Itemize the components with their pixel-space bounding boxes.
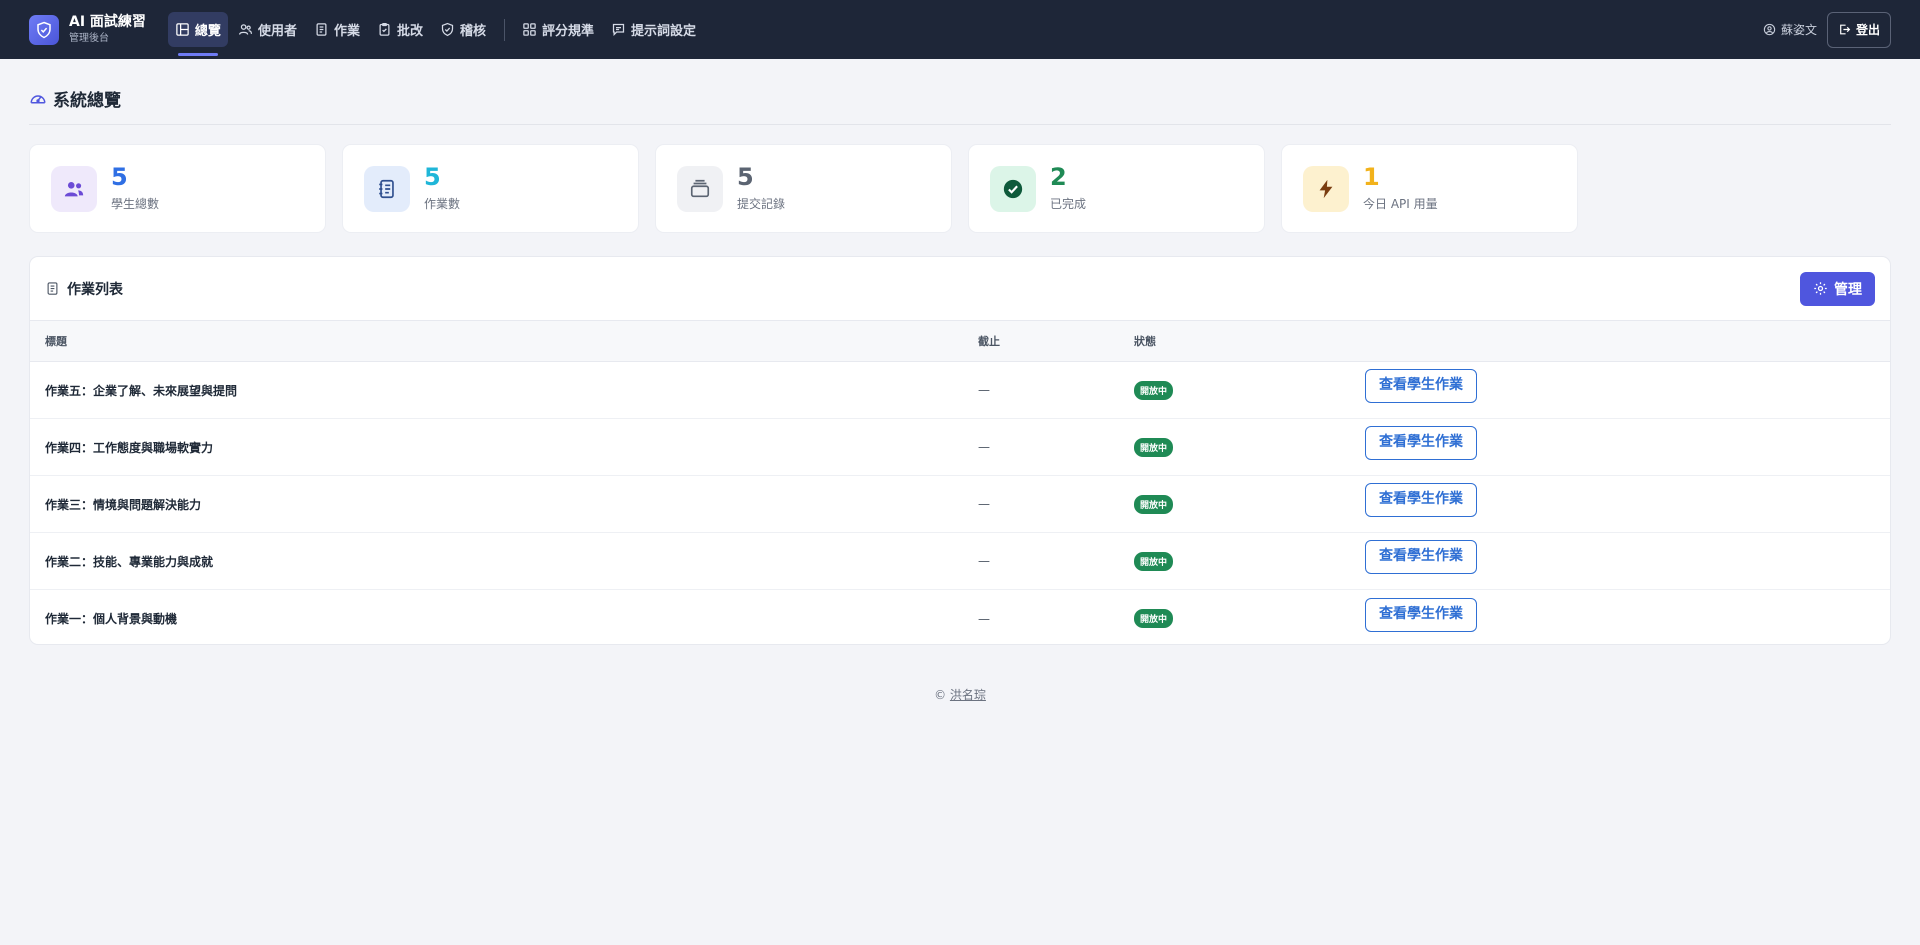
heading-divider	[29, 124, 1891, 125]
document-icon	[47, 282, 58, 295]
speedometer-icon	[30, 94, 46, 103]
author-link[interactable]: 洪名琮	[950, 688, 986, 702]
table-row: 作業三：情境與問題解決能力 — 開放中 查看學生作業	[30, 476, 1890, 533]
table-header: 標題 截止 狀態	[30, 320, 1890, 362]
stat-card-completed: 2 已完成	[968, 144, 1265, 233]
status-badge: 開放中	[1134, 609, 1174, 628]
assignment-due: —	[978, 611, 990, 626]
journal-icon	[364, 165, 410, 212]
lightning-icon	[1303, 165, 1349, 212]
users-icon	[51, 165, 97, 212]
page-heading: 系統總覽	[29, 86, 121, 111]
main-nav: 總覽 使用者 作業 批改 稽核 評分規準 提示詞設定	[167, 0, 706, 59]
view-submissions-button[interactable]: 查看學生作業	[1365, 369, 1477, 403]
shield-check-icon	[441, 22, 454, 37]
nav-item-audit[interactable]: 稽核	[433, 12, 493, 47]
check-circle-icon	[990, 165, 1036, 212]
assignment-title: 作業一：個人背景與動機	[45, 612, 178, 626]
manage-button[interactable]: 管理	[1800, 271, 1875, 306]
stat-value: 5	[111, 163, 128, 192]
logout-icon	[1840, 24, 1851, 35]
gear-icon	[1814, 282, 1827, 295]
copyright-symbol: ©	[934, 688, 947, 702]
assignment-due: —	[978, 497, 990, 511]
shield-logo-icon	[29, 14, 59, 45]
brand-title: AI 面試練習	[69, 14, 146, 31]
chat-icon	[612, 23, 625, 37]
stack-icon	[677, 165, 723, 212]
stat-value: 1	[1363, 163, 1380, 192]
column-header-title: 標題	[45, 335, 67, 348]
stat-card-api-usage: 1 今日 API 用量	[1281, 144, 1578, 233]
view-submissions-button[interactable]: 查看學生作業	[1365, 483, 1477, 517]
user-circle-icon	[1763, 23, 1776, 36]
status-badge: 開放中	[1134, 380, 1174, 400]
stat-label: 今日 API 用量	[1363, 196, 1438, 211]
view-submissions-button[interactable]: 查看學生作業	[1365, 540, 1477, 574]
assignment-due: —	[978, 554, 990, 568]
nav-label: 稽核	[459, 24, 486, 39]
brand[interactable]: AI 面試練習 管理後台	[29, 14, 146, 45]
panel-header: 作業列表 管理	[30, 257, 1890, 320]
nav-label: 使用者	[257, 24, 297, 39]
brand-subtitle: 管理後台	[69, 32, 109, 44]
stat-value: 2	[1050, 163, 1067, 192]
stat-label: 提交記錄	[737, 196, 786, 211]
top-navbar: AI 面試練習 管理後台 總覽 使用者 作業 批改 稽核 評分規準 提示詞設定 …	[0, 0, 1920, 59]
table-row: 作業四：工作態度與職場軟實力 — 開放中 查看學生作業	[30, 419, 1890, 476]
nav-item-assignments[interactable]: 作業	[307, 12, 367, 47]
nav-item-grading[interactable]: 批改	[370, 12, 430, 47]
manage-label: 管理	[1834, 281, 1862, 298]
layout-icon	[176, 23, 189, 36]
clipboard-check-icon	[379, 22, 390, 36]
stat-label: 作業數	[424, 196, 461, 211]
users-icon	[238, 24, 252, 35]
stat-cards: 5 學生總數 5 作業數 5 提交記錄 2 已完成 1 今日 API 用量	[29, 144, 1594, 233]
assignment-due: —	[978, 383, 990, 397]
nav-label: 作業	[333, 24, 360, 39]
view-submissions-button[interactable]: 查看學生作業	[1365, 426, 1477, 460]
nav-label: 總覽	[194, 24, 221, 39]
stat-card-submissions: 5 提交記錄	[655, 144, 952, 233]
page-title: 系統總覽	[53, 91, 121, 111]
column-header-due: 截止	[978, 335, 1000, 348]
stat-card-assignments: 5 作業數	[342, 144, 639, 233]
document-icon	[316, 23, 327, 36]
stat-label: 已完成	[1050, 196, 1087, 211]
assignment-title: 作業四：工作態度與職場軟實力	[45, 440, 214, 455]
view-submissions-button[interactable]: 查看學生作業	[1365, 597, 1477, 632]
stat-value: 5	[424, 163, 441, 192]
nav-label: 批改	[396, 24, 423, 39]
panel-title: 作業列表	[67, 281, 123, 298]
table-row: 作業一：個人背景與動機 — 開放中 查看學生作業	[30, 590, 1890, 644]
assignment-title: 作業二：技能、專業能力與成就	[45, 554, 214, 569]
column-header-status: 狀態	[1134, 335, 1156, 348]
table-row: 作業二：技能、專業能力與成就 — 開放中 查看學生作業	[30, 533, 1890, 590]
nav-label: 評分規準	[542, 24, 595, 39]
stat-card-students: 5 學生總數	[29, 144, 326, 233]
current-user[interactable]: 蘇姿文	[1763, 21, 1817, 38]
nav-item-prompt-settings[interactable]: 提示詞設定	[604, 12, 703, 47]
nav-divider	[504, 18, 505, 41]
grid-icon	[523, 23, 536, 36]
logout-label: 登出	[1855, 23, 1880, 37]
user-name: 蘇姿文	[1780, 23, 1817, 37]
status-badge: 開放中	[1134, 551, 1174, 571]
status-badge: 開放中	[1134, 494, 1174, 514]
assignment-panel: 作業列表 管理 標題 截止 狀態 作業五：企業了解、未來展望與提問 — 開放中 …	[29, 256, 1891, 645]
nav-item-overview[interactable]: 總覽	[167, 12, 228, 56]
nav-label: 提示詞設定	[631, 24, 697, 39]
assignment-title: 作業三：情境與問題解決能力	[45, 497, 202, 512]
table-row: 作業五：企業了解、未來展望與提問 — 開放中 查看學生作業	[30, 362, 1890, 419]
assignment-title: 作業五：企業了解、未來展望與提問	[45, 383, 238, 398]
stat-value: 5	[737, 163, 754, 192]
assignment-due: —	[978, 440, 990, 454]
footer: © 洪名琮	[0, 686, 1920, 703]
nav-item-rubric[interactable]: 評分規準	[515, 12, 601, 47]
status-badge: 開放中	[1134, 437, 1174, 457]
stat-label: 學生總數	[111, 196, 160, 211]
nav-item-users[interactable]: 使用者	[231, 12, 304, 47]
logout-button[interactable]: 登出	[1826, 11, 1891, 48]
